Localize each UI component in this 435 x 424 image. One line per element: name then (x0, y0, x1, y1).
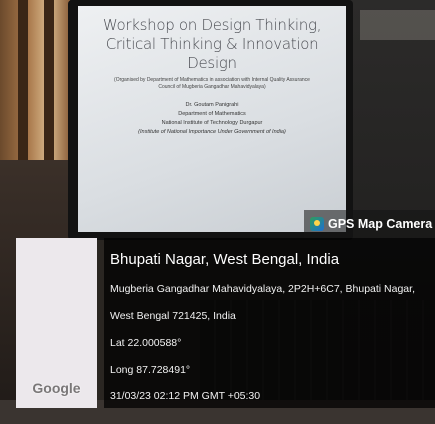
gps-app-name: GPS Map Camera (328, 217, 433, 231)
timestamp: 31/03/23 02:12 PM GMT +05:30 (110, 390, 261, 402)
slide-institute-note: (Institute of National Importance Under … (138, 129, 286, 135)
window-bar (18, 0, 28, 180)
map-thumbnail: Google (16, 238, 97, 408)
slide-institute: National Institute of Technology Durgapu… (161, 120, 263, 126)
slide-title-line: Design (187, 54, 237, 72)
google-logo: Google (32, 380, 81, 396)
latitude: Lat 22.000588° (110, 337, 182, 349)
slide-title-line: Critical Thinking & Innovation (105, 35, 319, 53)
slide-department: Department of Mathematics (178, 111, 246, 117)
address-line-2: West Bengal 721425, India (110, 310, 236, 322)
gps-header: GPS Map Camera (304, 210, 435, 238)
address-line-1: Mugberia Gangadhar Mahavidyalaya, 2P2H+6… (110, 283, 415, 295)
location-title: Bhupati Nagar, West Bengal, India (110, 251, 340, 268)
presentation-slide: Workshop on Design Thinking, Critical Th… (78, 6, 346, 232)
window-bar (44, 0, 54, 180)
slide-organizer: (Organised by Department of Mathematics … (114, 77, 310, 90)
slide-title: Workshop on Design Thinking, Critical Th… (78, 16, 346, 73)
slide-speaker: Dr. Goutam Panigrahi (185, 102, 239, 108)
longitude: Long 87.728491° (110, 364, 191, 376)
gps-map-camera-icon (310, 217, 324, 231)
slide-title-line: Workshop on Design Thinking, (102, 16, 322, 34)
background-light (360, 10, 435, 40)
